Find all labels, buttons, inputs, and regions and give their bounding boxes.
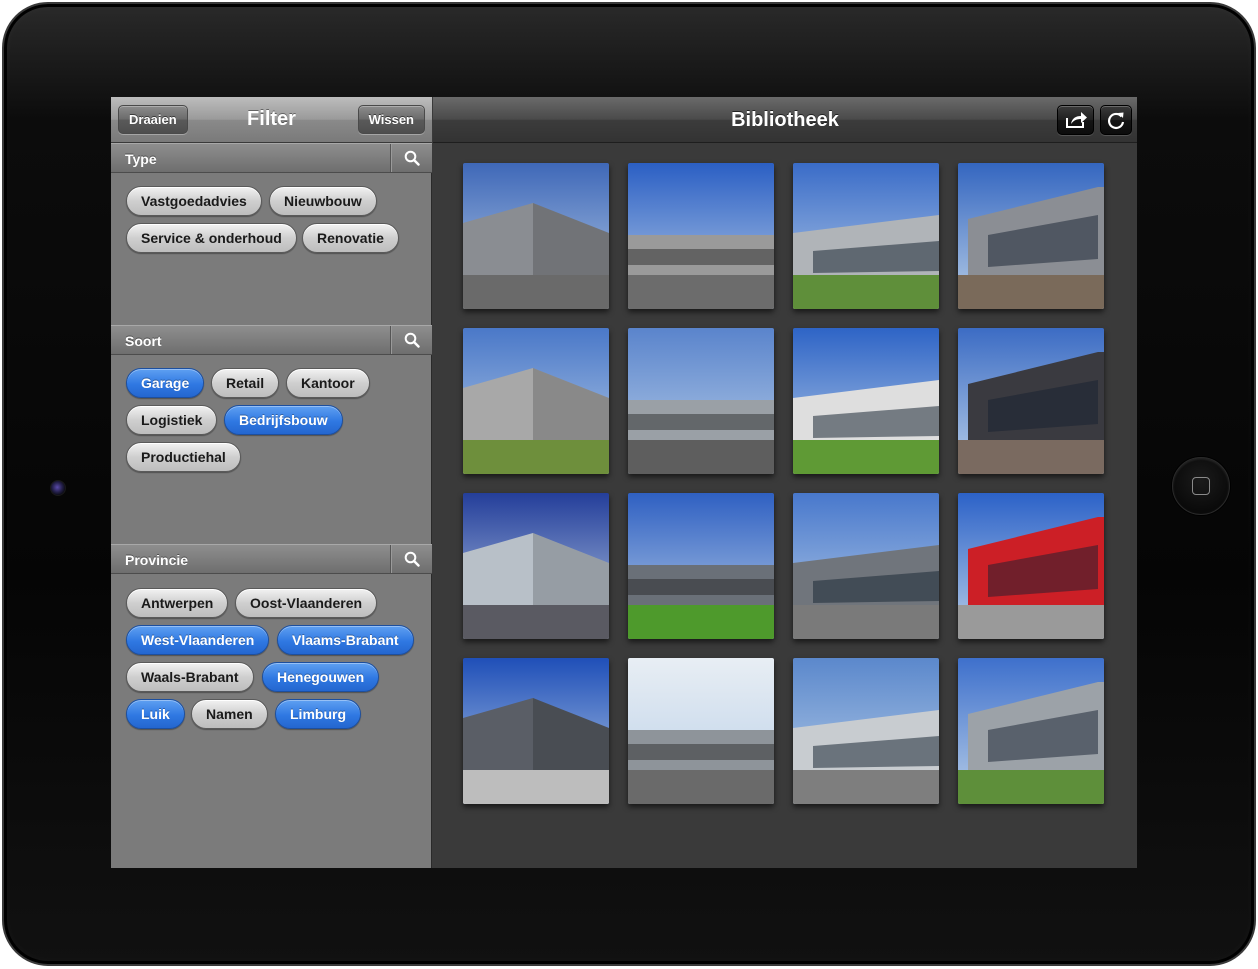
tag-vastgoedadvies[interactable]: Vastgoedadvies <box>126 186 262 216</box>
section-provincie-label: Provincie <box>125 552 189 568</box>
tag-namen[interactable]: Namen <box>191 699 268 729</box>
library-thumbnail[interactable] <box>628 493 774 639</box>
section-provincie-search-button[interactable] <box>390 545 432 573</box>
tag-oost-vlaanderen[interactable]: Oost-Vlaanderen <box>235 588 378 618</box>
section-soort-label: Soort <box>125 333 162 349</box>
search-icon <box>404 551 420 567</box>
search-icon <box>404 150 420 166</box>
share-button[interactable] <box>1057 105 1094 135</box>
tag-henegouwen[interactable]: Henegouwen <box>262 662 380 692</box>
library-thumbnail[interactable] <box>793 163 939 309</box>
tag-retail[interactable]: Retail <box>211 368 280 398</box>
section-type-header: Type <box>111 143 432 173</box>
home-button[interactable] <box>1172 457 1230 515</box>
camera-lens <box>50 480 66 496</box>
tag-logistiek[interactable]: Logistiek <box>126 405 218 435</box>
library-title: Bibliotheek <box>731 109 839 131</box>
library-thumbnail[interactable] <box>958 328 1104 474</box>
library-panel: Bibliotheek <box>433 97 1137 868</box>
library-thumbnail[interactable] <box>463 493 609 639</box>
library-thumbnail[interactable] <box>628 328 774 474</box>
library-thumbnail[interactable] <box>793 658 939 804</box>
tag-luik[interactable]: Luik <box>126 699 185 729</box>
library-thumbnail[interactable] <box>958 163 1104 309</box>
refresh-icon <box>1107 112 1125 129</box>
tag-waals-brabant[interactable]: Waals-Brabant <box>126 662 254 692</box>
refresh-button[interactable] <box>1100 105 1132 135</box>
tag-antwerpen[interactable]: Antwerpen <box>126 588 229 618</box>
search-icon <box>404 332 420 348</box>
library-thumbnail[interactable] <box>463 163 609 309</box>
library-header: Bibliotheek <box>433 97 1137 143</box>
library-thumbnail[interactable] <box>958 493 1104 639</box>
library-thumbnail[interactable] <box>958 658 1104 804</box>
tag-kantoor[interactable]: Kantoor <box>286 368 370 398</box>
section-type-search-button[interactable] <box>390 144 432 172</box>
section-soort-header: Soort <box>111 325 432 355</box>
library-thumbnail[interactable] <box>463 328 609 474</box>
section-provincie-header: Provincie <box>111 544 432 574</box>
tag-renovatie[interactable]: Renovatie <box>302 223 399 253</box>
tag-vlaams-brabant[interactable]: Vlaams-Brabant <box>277 625 414 655</box>
library-thumbnail[interactable] <box>628 658 774 804</box>
tag-limburg[interactable]: Limburg <box>275 699 361 729</box>
tag-garage[interactable]: Garage <box>126 368 205 398</box>
share-icon <box>1065 112 1087 128</box>
library-thumbnail[interactable] <box>793 493 939 639</box>
section-type-label: Type <box>125 151 157 167</box>
app-screen: Draaien Filter Wissen Type Vastgoedadvie… <box>111 97 1137 868</box>
library-thumbnail[interactable] <box>793 328 939 474</box>
library-thumbnail[interactable] <box>463 658 609 804</box>
section-soort-search-button[interactable] <box>390 326 432 354</box>
tag-productiehal[interactable]: Productiehal <box>126 442 241 472</box>
library-thumbnail[interactable] <box>628 163 774 309</box>
tag-bedrijfsbouw[interactable]: Bedrijfsbouw <box>224 405 343 435</box>
filter-sidebar: Draaien Filter Wissen Type Vastgoedadvie… <box>111 97 432 868</box>
tag-nieuwbouw[interactable]: Nieuwbouw <box>269 186 377 216</box>
clear-button[interactable]: Wissen <box>357 105 425 134</box>
tag-service-onderhoud[interactable]: Service & onderhoud <box>126 223 297 253</box>
tag-west-vlaanderen[interactable]: West-Vlaanderen <box>126 625 270 655</box>
filter-header: Draaien Filter Wissen <box>111 97 432 143</box>
